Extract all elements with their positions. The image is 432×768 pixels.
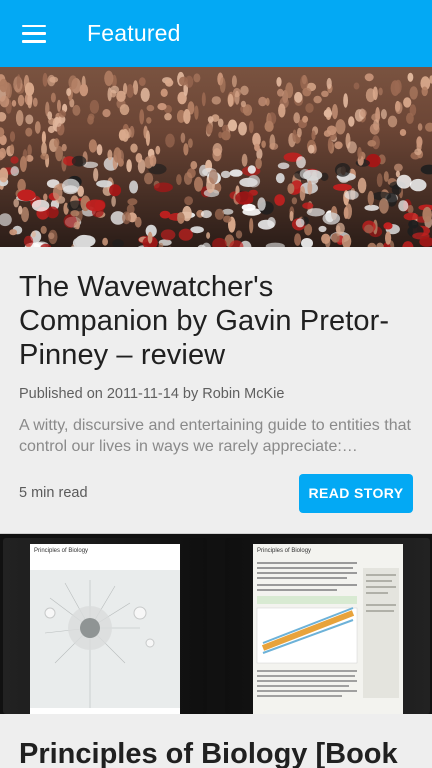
book-content-page: Principles of Biology (253, 544, 403, 714)
story-footer: 5 min read READ STORY (0, 473, 432, 513)
story-feed[interactable]: The Wavewatcher's Companion by Gavin Pre… (0, 67, 432, 768)
story-title[interactable]: The Wavewatcher's Companion by Gavin Pre… (19, 270, 413, 372)
read-story-button[interactable]: READ STORY (299, 473, 413, 513)
story-image-crowd (0, 67, 432, 247)
story-card[interactable]: The Wavewatcher's Companion by Gavin Pre… (0, 67, 432, 533)
story-image-books: Principles of Biology Principles of Biol… (0, 534, 432, 714)
tablet-right: Principles of Biology (225, 538, 430, 714)
menu-button[interactable] (0, 0, 68, 67)
book-cover-page: Principles of Biology (30, 544, 180, 714)
diagram-figure (256, 562, 399, 698)
read-time: 5 min read (19, 485, 88, 501)
tablet-left: Principles of Biology (3, 538, 207, 714)
story-title[interactable]: Principles of Biology [Book (0, 737, 432, 768)
book-page-title: Principles of Biology (257, 548, 312, 554)
dandelion-image (30, 570, 180, 708)
page-title: Featured (87, 20, 181, 46)
story-card[interactable]: Principles of Biology Principles of Biol… (0, 534, 432, 768)
hamburger-menu-icon (22, 24, 46, 43)
book-cover-title: Principles of Biology (34, 548, 89, 554)
app-bar: Featured (0, 0, 432, 67)
story-excerpt: A witty, discursive and entertaining gui… (19, 417, 411, 455)
story-meta: Published on 2011-11-14 by Robin McKie (19, 386, 285, 402)
